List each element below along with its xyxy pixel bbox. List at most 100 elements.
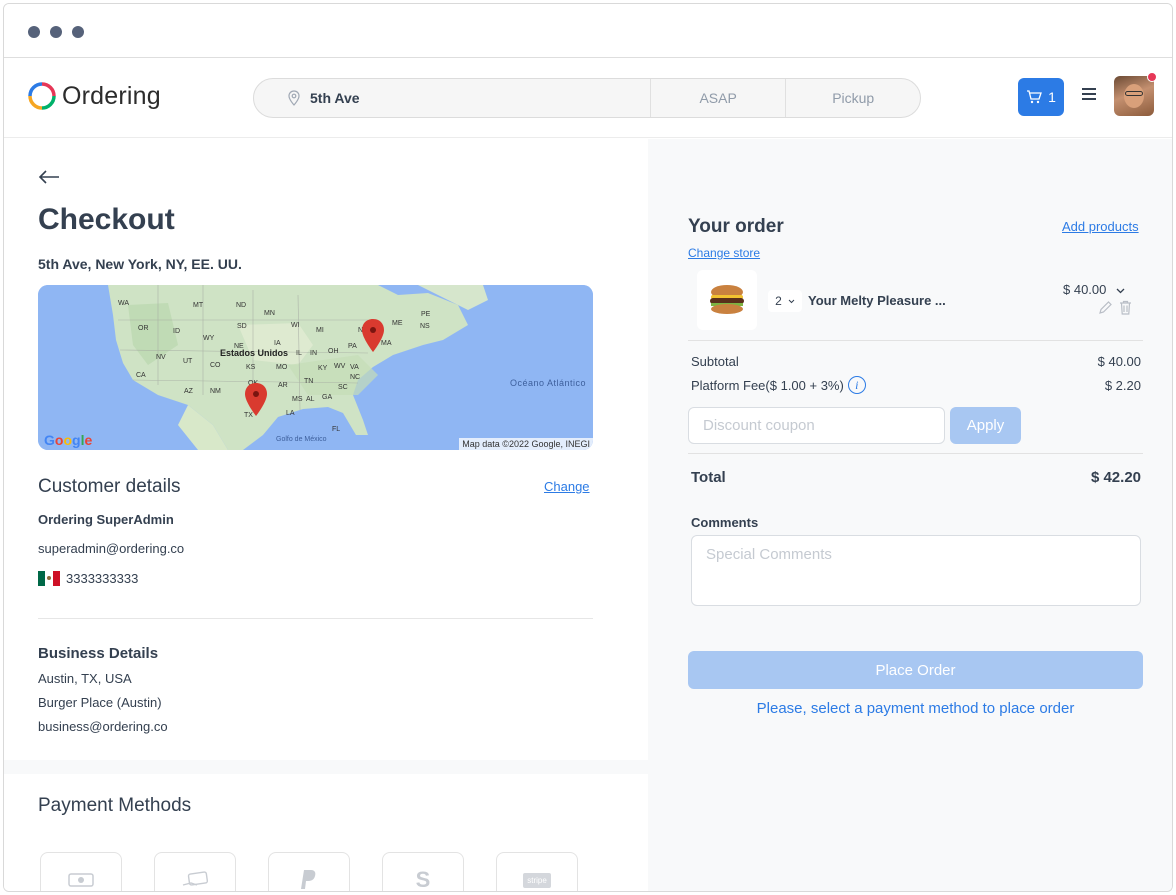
map-label-wa: WA <box>118 300 129 307</box>
map-label-ia: IA <box>274 340 281 347</box>
order-type-selector[interactable]: Pickup <box>785 79 920 117</box>
window-dot-close[interactable] <box>28 26 40 38</box>
map-label-ar: AR <box>278 382 288 389</box>
map-label-wi: WI <box>291 322 300 329</box>
discount-coupon-input[interactable]: Discount coupon <box>688 407 945 444</box>
cart-button[interactable]: 1 <box>1018 78 1064 116</box>
map-label-in: IN <box>310 350 317 357</box>
add-products-link[interactable]: Add products <box>1062 219 1139 234</box>
paypal-icon <box>301 870 316 889</box>
map-label-co: CO <box>210 362 221 369</box>
map-label-tx: TX <box>244 412 253 419</box>
map-attribution: Map data ©2022 Google, INEGI <box>459 438 593 450</box>
map-label-ga: GA <box>322 394 332 401</box>
map-label-il: IL <box>296 350 302 357</box>
order-summary-panel: Your order Add products Change store 2 Y… <box>648 139 1172 891</box>
location-map[interactable]: WA MT ND MN OR ID SD WI MI WY NE IA NV U… <box>38 285 593 450</box>
map-label-id: ID <box>173 328 180 335</box>
card-icon <box>182 871 209 886</box>
customer-details-title: Customer details <box>38 476 181 497</box>
customer-name: Ordering SuperAdmin <box>38 512 174 527</box>
info-icon[interactable]: i <box>847 376 866 394</box>
ordering-logo[interactable]: Ordering <box>28 78 161 114</box>
page-title: Checkout <box>38 203 175 236</box>
location-pin-icon <box>288 90 300 106</box>
map-label-va: VA <box>350 364 359 371</box>
map-label-wy: WY <box>203 335 215 342</box>
business-location: Austin, TX, USA <box>38 671 132 686</box>
payment-method-paypal[interactable] <box>268 852 350 891</box>
map-label-tn: TN <box>304 378 313 385</box>
map-label-ocean: Océano Atlántico <box>510 378 586 388</box>
payment-methods-title: Payment Methods <box>38 795 192 816</box>
logo-text: Ordering <box>62 81 161 110</box>
hamburger-menu-icon[interactable] <box>1082 88 1096 100</box>
product-price[interactable]: $ 40.00 <box>1063 282 1125 297</box>
delivery-address: 5th Ave, New York, NY, EE. UU. <box>38 256 242 272</box>
checkout-main: Checkout 5th Ave, New York, NY, EE. UU. … <box>4 139 648 892</box>
payment-method-stripe-direct[interactable]: S <box>382 852 464 892</box>
section-gap <box>4 760 648 774</box>
comments-label: Comments <box>691 515 759 530</box>
payment-method-stripe[interactable]: stripe <box>496 852 578 891</box>
stripe-s-icon: S <box>415 867 431 892</box>
total-label: Total <box>691 469 726 486</box>
app-header: Ordering 5th Ave ASAP Pickup 1 <box>4 58 1172 138</box>
change-customer-link[interactable]: Change <box>544 479 590 494</box>
notification-dot <box>1147 72 1157 82</box>
map-label-ns: NS <box>420 323 430 330</box>
map-label-al: AL <box>306 396 315 403</box>
quantity-selector[interactable]: 2 <box>768 290 802 312</box>
subtotal-label: Subtotal <box>691 354 739 369</box>
chevron-down-icon <box>788 299 795 303</box>
map-label-ks: KS <box>246 364 256 371</box>
cart-count: 1 <box>1048 89 1056 105</box>
product-name[interactable]: Your Melty Pleasure ... <box>808 293 946 308</box>
summary-divider <box>688 340 1143 341</box>
google-logo: Google <box>44 432 93 448</box>
back-arrow-icon[interactable] <box>38 169 60 185</box>
map-label-country: Estados Unidos <box>220 348 288 358</box>
map-label-mt: MT <box>193 302 204 309</box>
cart-icon <box>1027 90 1042 104</box>
map-label-sc: SC <box>338 384 348 391</box>
ordering-logo-icon <box>28 82 56 110</box>
quantity-value: 2 <box>775 294 782 308</box>
window-dot-maximize[interactable] <box>72 26 84 38</box>
special-comments-textarea[interactable]: Special Comments <box>691 535 1141 606</box>
map-label-ut: UT <box>183 358 193 365</box>
delivery-time-selector[interactable]: ASAP <box>651 79 786 117</box>
map-label-mi: MI <box>316 327 324 334</box>
payment-method-warning: Please, select a payment method to place… <box>756 700 1075 717</box>
map-label-ma: MA <box>381 340 392 347</box>
order-context-bar: 5th Ave ASAP Pickup <box>253 78 921 118</box>
apply-coupon-button[interactable]: Apply <box>950 407 1021 444</box>
payment-method-cash[interactable] <box>40 852 122 891</box>
map-label-nm: NM <box>210 388 221 395</box>
map-label-ms: MS <box>292 396 303 403</box>
user-avatar[interactable] <box>1114 76 1154 116</box>
map-label-gulf: Golfo de México <box>276 436 327 443</box>
map-label-az: AZ <box>184 388 194 395</box>
business-details-title: Business Details <box>38 645 159 662</box>
address-selector[interactable]: 5th Ave <box>254 79 651 117</box>
customer-email: superadmin@ordering.co <box>38 541 185 556</box>
map-label-mo: MO <box>276 364 288 371</box>
window-dot-minimize[interactable] <box>50 26 62 38</box>
window-titlebar <box>4 4 1172 58</box>
trash-icon[interactable] <box>1119 300 1132 315</box>
change-store-link[interactable]: Change store <box>688 246 760 260</box>
burger-image <box>710 285 744 314</box>
business-email: business@ordering.co <box>38 719 168 734</box>
platform-fee-row: Platform Fee($ 1.00 + 3%) i $ 2.20 <box>691 376 1141 394</box>
payment-method-card-delivery[interactable] <box>154 852 236 891</box>
subtotal-row: Subtotal $ 40.00 <box>691 354 1141 369</box>
platform-fee-value: $ 2.20 <box>1104 377 1141 393</box>
total-value: $ 42.20 <box>1090 469 1141 486</box>
place-order-button[interactable]: Place Order <box>688 651 1143 689</box>
summary-divider <box>688 453 1143 454</box>
map-label-wv: WV <box>334 363 346 370</box>
edit-pencil-icon[interactable] <box>1098 300 1113 315</box>
map-label-la: LA <box>286 410 295 417</box>
product-actions <box>1098 300 1132 315</box>
